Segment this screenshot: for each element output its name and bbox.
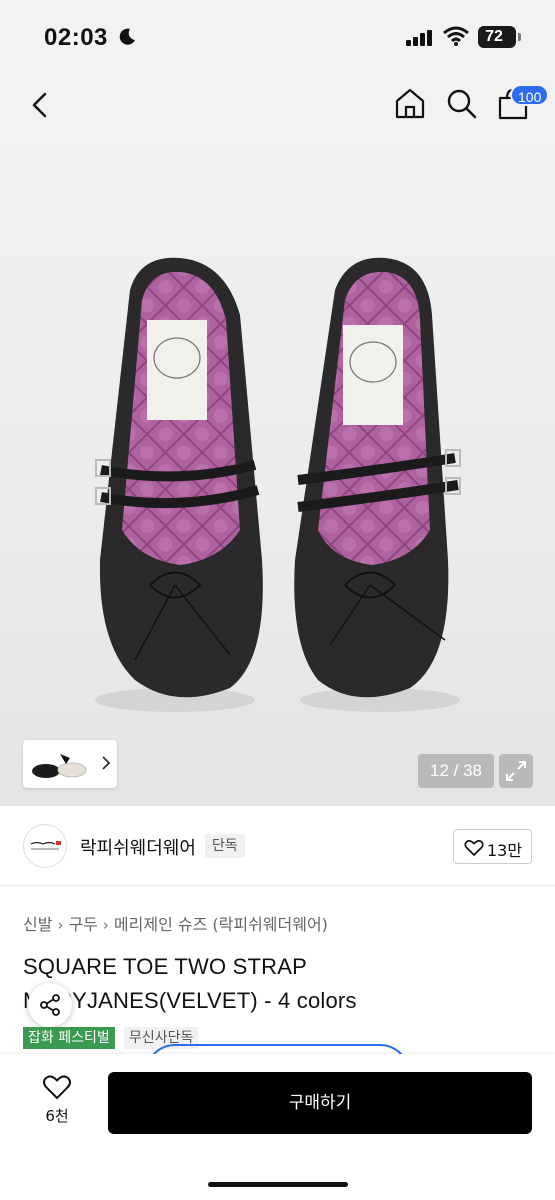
battery-indicator: 72 bbox=[478, 26, 516, 48]
signal-icon bbox=[406, 30, 432, 46]
image-counter: 12 / 38 bbox=[418, 754, 494, 788]
wifi-icon bbox=[443, 26, 469, 46]
battery-cap bbox=[518, 33, 521, 41]
battery-level: 72 bbox=[485, 28, 503, 45]
cart-count-badge: 100 bbox=[510, 84, 550, 106]
color-thumbnail-strip[interactable] bbox=[23, 740, 117, 788]
exclusive-tag: 단독 bbox=[205, 834, 245, 858]
expand-button[interactable] bbox=[499, 754, 533, 788]
search-icon[interactable] bbox=[446, 88, 478, 120]
moon-icon bbox=[119, 28, 135, 45]
brand-name[interactable]: 락피쉬웨더웨어 bbox=[80, 834, 196, 860]
product-photo-shoes bbox=[95, 257, 461, 712]
expand-icon bbox=[506, 761, 526, 781]
chevron-right-icon bbox=[102, 756, 111, 770]
chevron-right-icon: › bbox=[102, 916, 109, 934]
brand-row: 락피쉬웨더웨어 단독 13만 bbox=[0, 806, 555, 886]
heart-icon bbox=[464, 840, 484, 857]
brand-logo[interactable] bbox=[23, 824, 67, 868]
brand-like-button[interactable]: 13만 bbox=[453, 829, 532, 864]
breadcrumb: 신발 › 구두 › 메리제인 슈즈 (락피쉬웨더웨어) bbox=[23, 911, 328, 935]
back-arrow-icon[interactable] bbox=[26, 88, 56, 122]
chevron-right-icon: › bbox=[57, 916, 64, 934]
top-nav: 100 bbox=[0, 70, 555, 140]
bottom-purchase-bar: 6천 구매하기 bbox=[0, 1054, 555, 1200]
product-title: SQUARE TOE TWO STRAP MARYJANES(VELVET) -… bbox=[23, 954, 357, 1013]
clock: 02:03 bbox=[44, 24, 108, 51]
wishlist-count: 6천 bbox=[45, 1107, 69, 1125]
festival-badge: 잡화 페스티벌 bbox=[23, 1027, 115, 1049]
share-button[interactable] bbox=[28, 983, 72, 1027]
rockfish-logo-mark bbox=[30, 841, 61, 850]
heart-icon bbox=[43, 1075, 71, 1100]
status-bar: 02:03 72 bbox=[0, 0, 555, 70]
home-indicator bbox=[208, 1182, 348, 1187]
thumbnail-image bbox=[32, 754, 87, 778]
breadcrumb-item[interactable]: 구두 bbox=[68, 915, 97, 934]
home-icon[interactable] bbox=[393, 86, 427, 120]
wishlist-button[interactable]: 6천 bbox=[36, 1074, 78, 1126]
breadcrumb-item[interactable]: 신발 bbox=[23, 915, 52, 934]
breadcrumb-item[interactable]: 메리제인 슈즈 (락피쉬웨더웨어) bbox=[114, 915, 328, 934]
brand-like-count: 13만 bbox=[487, 841, 523, 860]
buy-button[interactable]: 구매하기 bbox=[108, 1072, 532, 1134]
share-icon bbox=[40, 994, 60, 1016]
product-image-gallery[interactable]: 12 / 38 bbox=[0, 140, 555, 806]
